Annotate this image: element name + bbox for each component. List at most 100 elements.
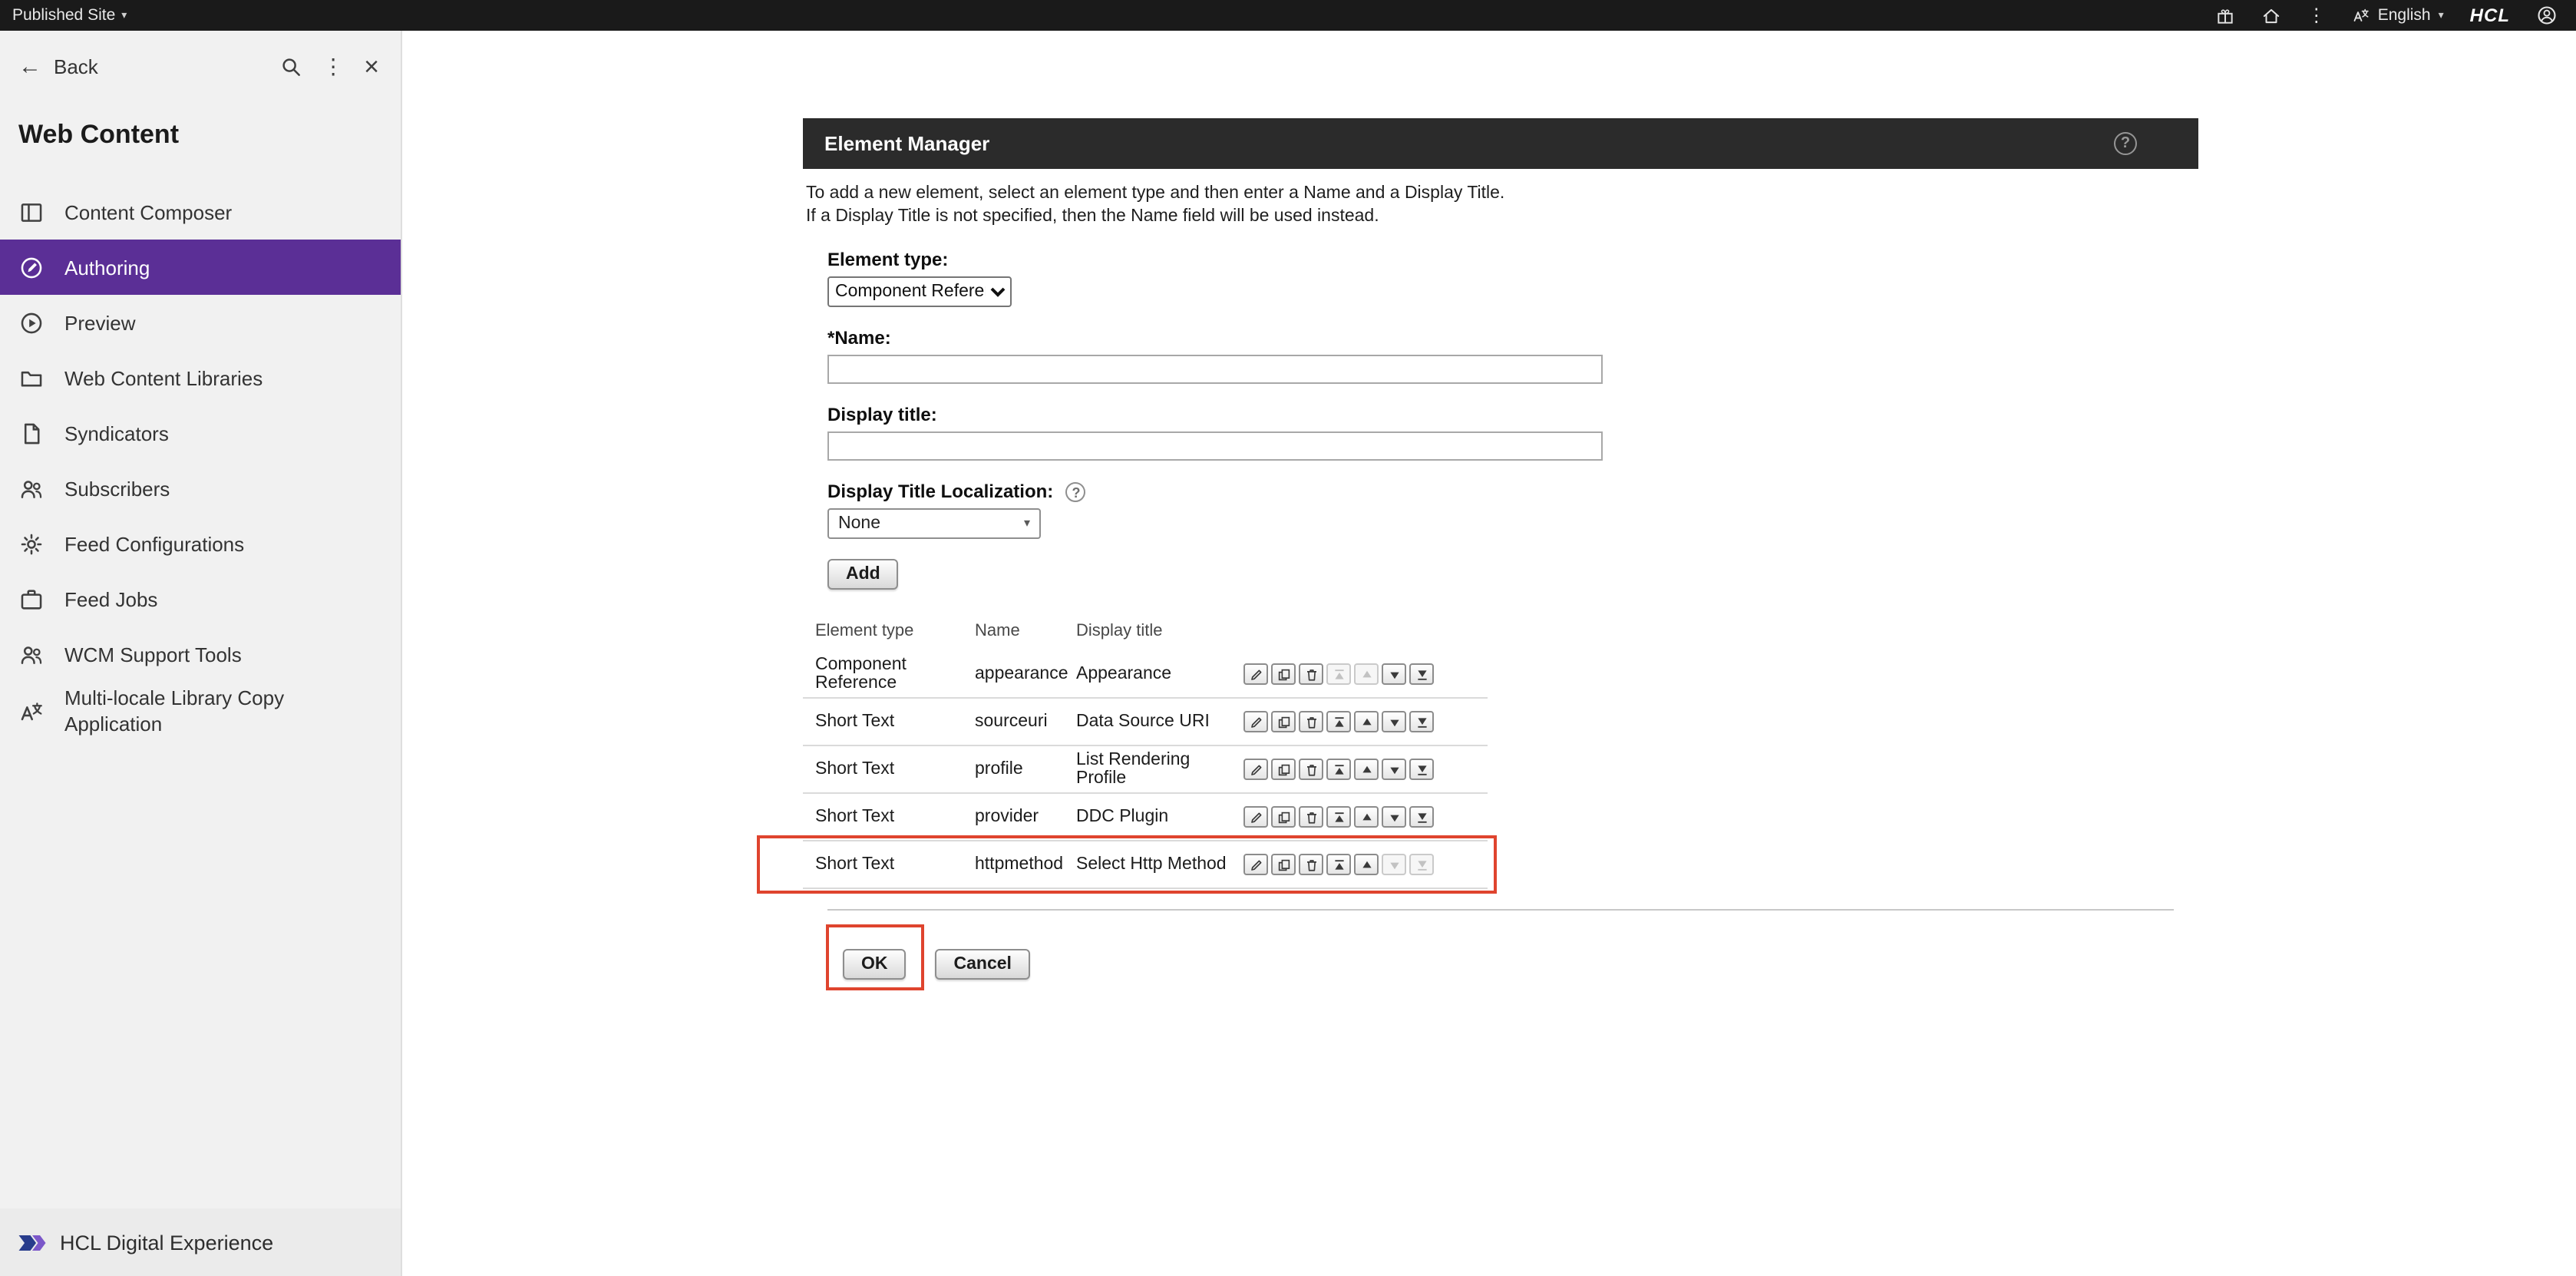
move-up-icon [1359, 716, 1373, 729]
edit-button[interactable] [1243, 664, 1268, 686]
published-site-menu[interactable]: Published Site ▾ [12, 6, 127, 25]
element-type-select[interactable]: Component Reference [827, 276, 1012, 307]
feed-jobs-icon [18, 586, 45, 612]
sidebar-title: Web Content [18, 120, 401, 150]
back-label: Back [54, 55, 98, 78]
move-bottom-button[interactable] [1409, 664, 1434, 686]
language-menu[interactable]: English ▾ [2352, 6, 2444, 25]
dialog-header: Element Manager ? [803, 118, 2198, 169]
row-actions [1243, 664, 1488, 686]
move-down-button[interactable] [1382, 712, 1406, 733]
name-input[interactable] [827, 355, 1603, 384]
move-up-icon [1359, 811, 1373, 825]
hcl-mark-icon [15, 1231, 49, 1254]
move-top-button[interactable] [1326, 807, 1351, 828]
cell-element-type: Short Text [803, 808, 975, 827]
user-icon[interactable] [2536, 5, 2558, 26]
edit-icon [1249, 716, 1263, 729]
kebab-menu-icon[interactable]: ⋮ [322, 55, 344, 77]
topbar-actions: ⋮ English ▾ HCL [2215, 5, 2558, 26]
back-arrow-icon: ← [18, 55, 41, 78]
copy-button[interactable] [1271, 807, 1296, 828]
delete-button[interactable] [1299, 712, 1323, 733]
edit-button[interactable] [1243, 807, 1268, 828]
copy-icon [1276, 668, 1290, 682]
search-icon[interactable] [279, 55, 302, 78]
add-button[interactable]: Add [827, 560, 899, 590]
edit-button[interactable] [1243, 855, 1268, 876]
move-bottom-button [1409, 855, 1434, 876]
move-up-button[interactable] [1354, 807, 1379, 828]
move-bottom-icon [1415, 716, 1428, 729]
ok-button[interactable]: OK [843, 950, 907, 980]
copy-icon [1276, 811, 1290, 825]
help-icon[interactable]: ? [1066, 483, 1086, 503]
main-content: Element Manager ? To add a new element, … [402, 31, 2576, 1276]
move-down-button[interactable] [1382, 807, 1406, 828]
sidebar-item-multi-locale-library-copy-application[interactable]: Multi-locale Library Copy Application [0, 682, 401, 740]
kebab-menu-icon[interactable]: ⋮ [2307, 6, 2326, 25]
copy-button[interactable] [1271, 712, 1296, 733]
sidebar-header-icons: ⋮ × [279, 53, 379, 79]
element-type-label: Element type: [827, 249, 2198, 270]
move-top-icon [1332, 668, 1346, 682]
move-bottom-button[interactable] [1409, 712, 1434, 733]
sidebar-item-label: Preview [64, 309, 136, 336]
sidebar-item-wcm-support-tools[interactable]: WCM Support Tools [0, 626, 401, 682]
sidebar-item-feed-jobs[interactable]: Feed Jobs [0, 571, 401, 626]
table-row: Short Text httpmethod Select Http Method [803, 842, 1488, 890]
delete-button[interactable] [1299, 759, 1323, 781]
move-top-icon [1332, 716, 1346, 729]
move-top-button[interactable] [1326, 759, 1351, 781]
copy-button[interactable] [1271, 664, 1296, 686]
cell-element-type: Short Text [803, 761, 975, 779]
sidebar-item-web-content-libraries[interactable]: Web Content Libraries [0, 350, 401, 405]
sidebar-item-subscribers[interactable]: Subscribers [0, 461, 401, 516]
localization-value: None [838, 515, 880, 534]
cell-element-type: Component Reference [803, 656, 975, 693]
cell-display-title: Appearance [1076, 666, 1243, 684]
move-down-button[interactable] [1382, 664, 1406, 686]
preview-icon [18, 309, 45, 336]
sidebar-item-authoring[interactable]: Authoring [0, 240, 401, 295]
move-bottom-icon [1415, 811, 1428, 825]
localization-dropdown[interactable]: None ▾ [827, 509, 1041, 540]
move-bottom-button[interactable] [1409, 807, 1434, 828]
home-icon[interactable] [2261, 5, 2281, 25]
display-title-input[interactable] [827, 431, 1603, 461]
copy-button[interactable] [1271, 759, 1296, 781]
cell-name: provider [975, 808, 1076, 827]
move-bottom-button[interactable] [1409, 759, 1434, 781]
row-actions [1243, 712, 1488, 733]
copy-button[interactable] [1271, 855, 1296, 876]
move-down-button[interactable] [1382, 759, 1406, 781]
sidebar-item-preview[interactable]: Preview [0, 295, 401, 350]
delete-icon [1304, 763, 1318, 777]
help-icon[interactable]: ? [2114, 132, 2137, 155]
move-top-button[interactable] [1326, 855, 1351, 876]
sidebar-item-content-composer[interactable]: Content Composer [0, 184, 401, 240]
dialog-buttons: OK Cancel [843, 950, 2198, 980]
move-up-button[interactable] [1354, 712, 1379, 733]
move-up-button[interactable] [1354, 759, 1379, 781]
cell-display-title: List Rendering Profile [1076, 752, 1243, 788]
cancel-button[interactable]: Cancel [936, 950, 1030, 980]
close-icon[interactable]: × [364, 53, 379, 79]
move-top-button [1326, 664, 1351, 686]
sidebar-item-label: WCM Support Tools [64, 641, 242, 667]
element-manager-dialog: Element Manager ? To add a new element, … [803, 118, 2198, 980]
move-up-button[interactable] [1354, 855, 1379, 876]
back-button[interactable]: ← Back [18, 55, 279, 78]
move-top-button[interactable] [1326, 712, 1351, 733]
sidebar-item-syndicators[interactable]: Syndicators [0, 405, 401, 461]
divider [827, 910, 2174, 911]
delete-button[interactable] [1299, 855, 1323, 876]
delete-button[interactable] [1299, 807, 1323, 828]
edit-button[interactable] [1243, 712, 1268, 733]
table-body: Component Reference appearance Appearanc… [803, 652, 1488, 890]
edit-button[interactable] [1243, 759, 1268, 781]
authoring-icon [18, 254, 45, 280]
sidebar-item-feed-configurations[interactable]: Feed Configurations [0, 516, 401, 571]
gift-icon[interactable] [2215, 5, 2235, 25]
delete-button[interactable] [1299, 664, 1323, 686]
